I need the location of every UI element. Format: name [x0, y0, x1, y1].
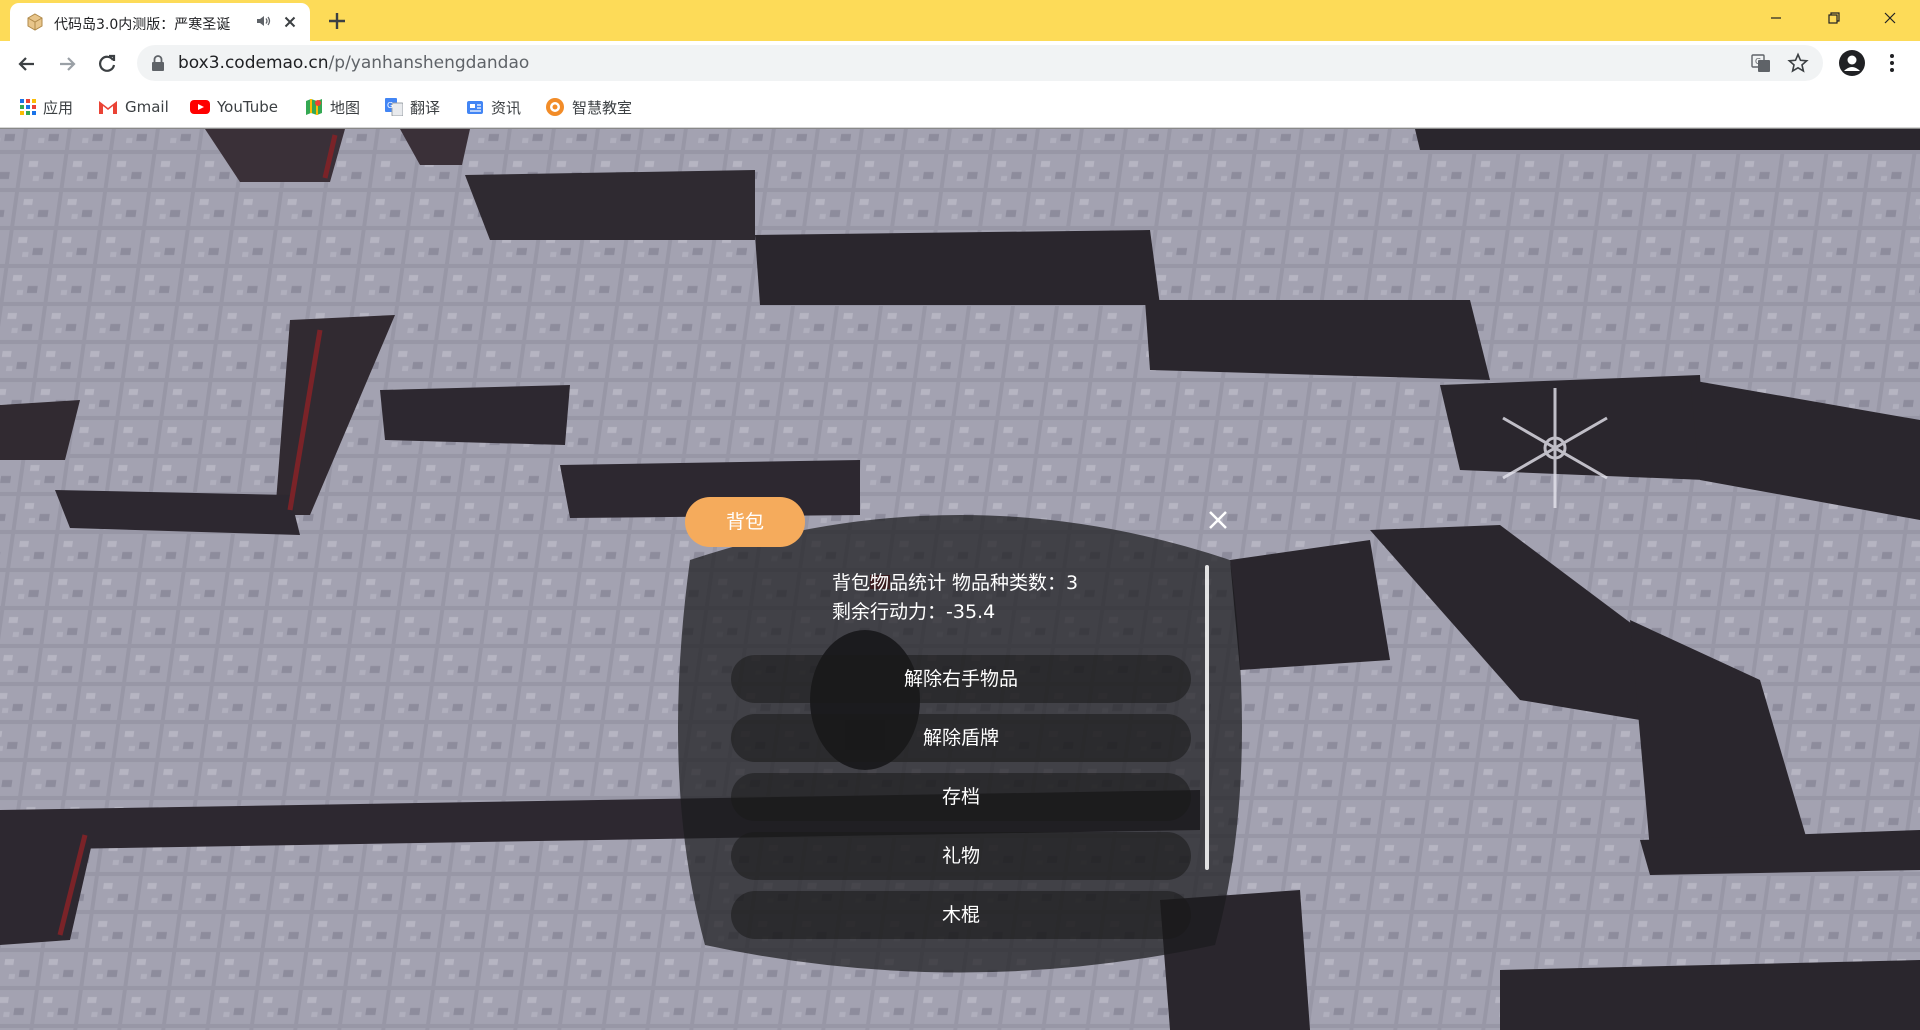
bookmark-label: 地图 — [330, 98, 361, 117]
box-icon — [27, 13, 43, 31]
classroom-icon — [546, 98, 564, 116]
remaining-stamina-text: 剩余行动力：-35.4 — [832, 601, 996, 623]
bookmark-maps[interactable]: 地图 — [305, 95, 360, 119]
backpack-info: 背包物品统计 物品种类数：3 剩余行动力：-35.4 — [832, 569, 1078, 627]
translate-icon: G — [385, 98, 403, 116]
bookmark-label: 应用 — [43, 98, 74, 117]
tab-title: 代码岛3.0内测版：严寒圣诞 — [54, 17, 231, 33]
bookmark-translate[interactable]: G 翻译 — [385, 95, 440, 119]
browser-tab[interactable]: 代码岛3.0内测版：严寒圣诞 — [10, 3, 310, 41]
forward-arrow-icon[interactable] — [52, 49, 82, 79]
unequip-shield-button[interactable]: 解除盾牌 — [731, 714, 1191, 762]
new-tab-plus-icon[interactable] — [324, 8, 350, 34]
bookmark-label: 资讯 — [491, 98, 522, 117]
reload-icon[interactable] — [92, 49, 122, 79]
bookmark-classroom[interactable]: 智慧教室 — [545, 95, 632, 119]
item-count-text: 背包物品统计 物品种类数：3 — [832, 572, 1079, 594]
tab-close-icon[interactable] — [280, 12, 300, 32]
panel-close-icon[interactable] — [1206, 508, 1230, 532]
minimize-icon[interactable] — [1748, 0, 1804, 38]
bookmark-apps[interactable]: 应用 — [20, 95, 73, 119]
more-menu-icon[interactable] — [1882, 50, 1902, 76]
bookmark-news[interactable]: 资讯 — [466, 95, 521, 119]
maps-icon — [306, 99, 322, 115]
svg-text:G: G — [1755, 57, 1761, 66]
backpack-tab-button[interactable]: 背包 — [685, 497, 805, 547]
bookmark-label: Gmail — [125, 98, 169, 116]
unequip-right-hand-button[interactable]: 解除右手物品 — [731, 655, 1191, 703]
bookmark-label: YouTube — [217, 98, 278, 116]
back-arrow-icon[interactable] — [12, 49, 42, 79]
tab-bar: 代码岛3.0内测版：严寒圣诞 — [0, 0, 1920, 41]
toolbar: box3.codemao.cn/p/yanhanshengdandao G — [0, 41, 1920, 86]
panel-scrollbar[interactable] — [1205, 565, 1209, 870]
bookmark-label: 智慧教室 — [572, 98, 633, 117]
gmail-icon — [99, 101, 117, 114]
url-text[interactable]: box3.codemao.cn/p/yanhanshengdandao — [178, 53, 529, 73]
bookmark-gmail[interactable]: Gmail — [98, 95, 169, 119]
stick-item-button[interactable]: 木棍 — [731, 891, 1191, 939]
save-button[interactable]: 存档 — [731, 773, 1191, 821]
translate-page-icon[interactable]: G — [1750, 52, 1772, 74]
svg-text:G: G — [387, 101, 393, 110]
bookmark-youtube[interactable]: YouTube — [190, 95, 278, 119]
star-bookmark-icon[interactable] — [1787, 52, 1809, 74]
profile-avatar-icon[interactable] — [1838, 49, 1866, 77]
restore-icon[interactable] — [1806, 0, 1862, 38]
gift-button[interactable]: 礼物 — [731, 832, 1191, 880]
address-bar[interactable]: box3.codemao.cn/p/yanhanshengdandao G — [137, 45, 1823, 81]
url-path: /p/yanhanshengdandao — [328, 53, 530, 73]
news-icon — [467, 101, 483, 114]
url-host: box3.codemao.cn — [178, 53, 329, 73]
bookmark-label: 翻译 — [410, 98, 441, 117]
window-close-icon[interactable] — [1862, 0, 1918, 38]
speaker-icon[interactable] — [255, 12, 273, 30]
bookmarks-bar: 应用 Gmail YouTube 地图 G 翻译 资讯 智慧教室 — [0, 86, 1920, 128]
youtube-icon — [190, 100, 210, 114]
lock-icon[interactable] — [151, 55, 165, 71]
apps-grid-icon — [20, 99, 36, 115]
